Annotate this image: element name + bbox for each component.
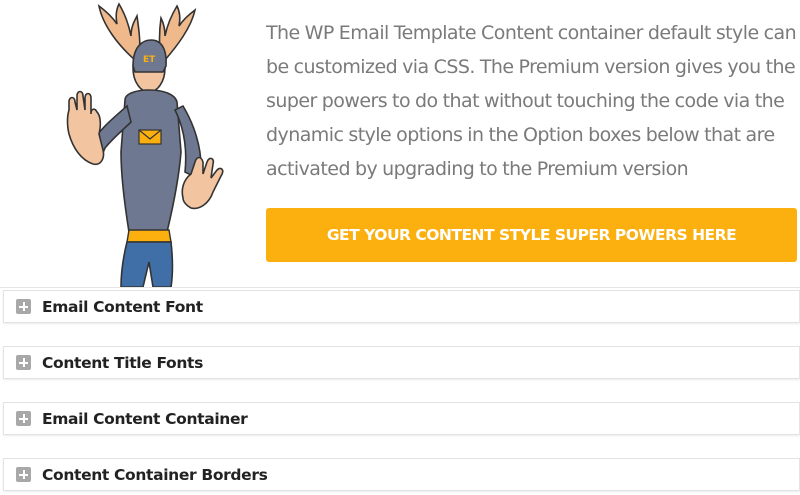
panel-title: Content Container Borders bbox=[42, 465, 268, 484]
panel-title: Email Content Font bbox=[42, 297, 203, 316]
option-panels: Email Content Font Content Title Fonts E… bbox=[0, 0, 800, 495]
panel-title: Content Title Fonts bbox=[42, 353, 203, 372]
plus-square-icon[interactable] bbox=[16, 355, 31, 370]
panel-email-content-container[interactable]: Email Content Container bbox=[3, 402, 800, 435]
panel-email-content-font[interactable]: Email Content Font bbox=[3, 290, 800, 323]
panel-content-title-fonts[interactable]: Content Title Fonts bbox=[3, 346, 800, 379]
panel-content-container-borders[interactable]: Content Container Borders bbox=[3, 458, 800, 491]
plus-square-icon[interactable] bbox=[16, 467, 31, 482]
plus-square-icon[interactable] bbox=[16, 299, 31, 314]
plus-square-icon[interactable] bbox=[16, 411, 31, 426]
panel-title: Email Content Container bbox=[42, 409, 248, 428]
